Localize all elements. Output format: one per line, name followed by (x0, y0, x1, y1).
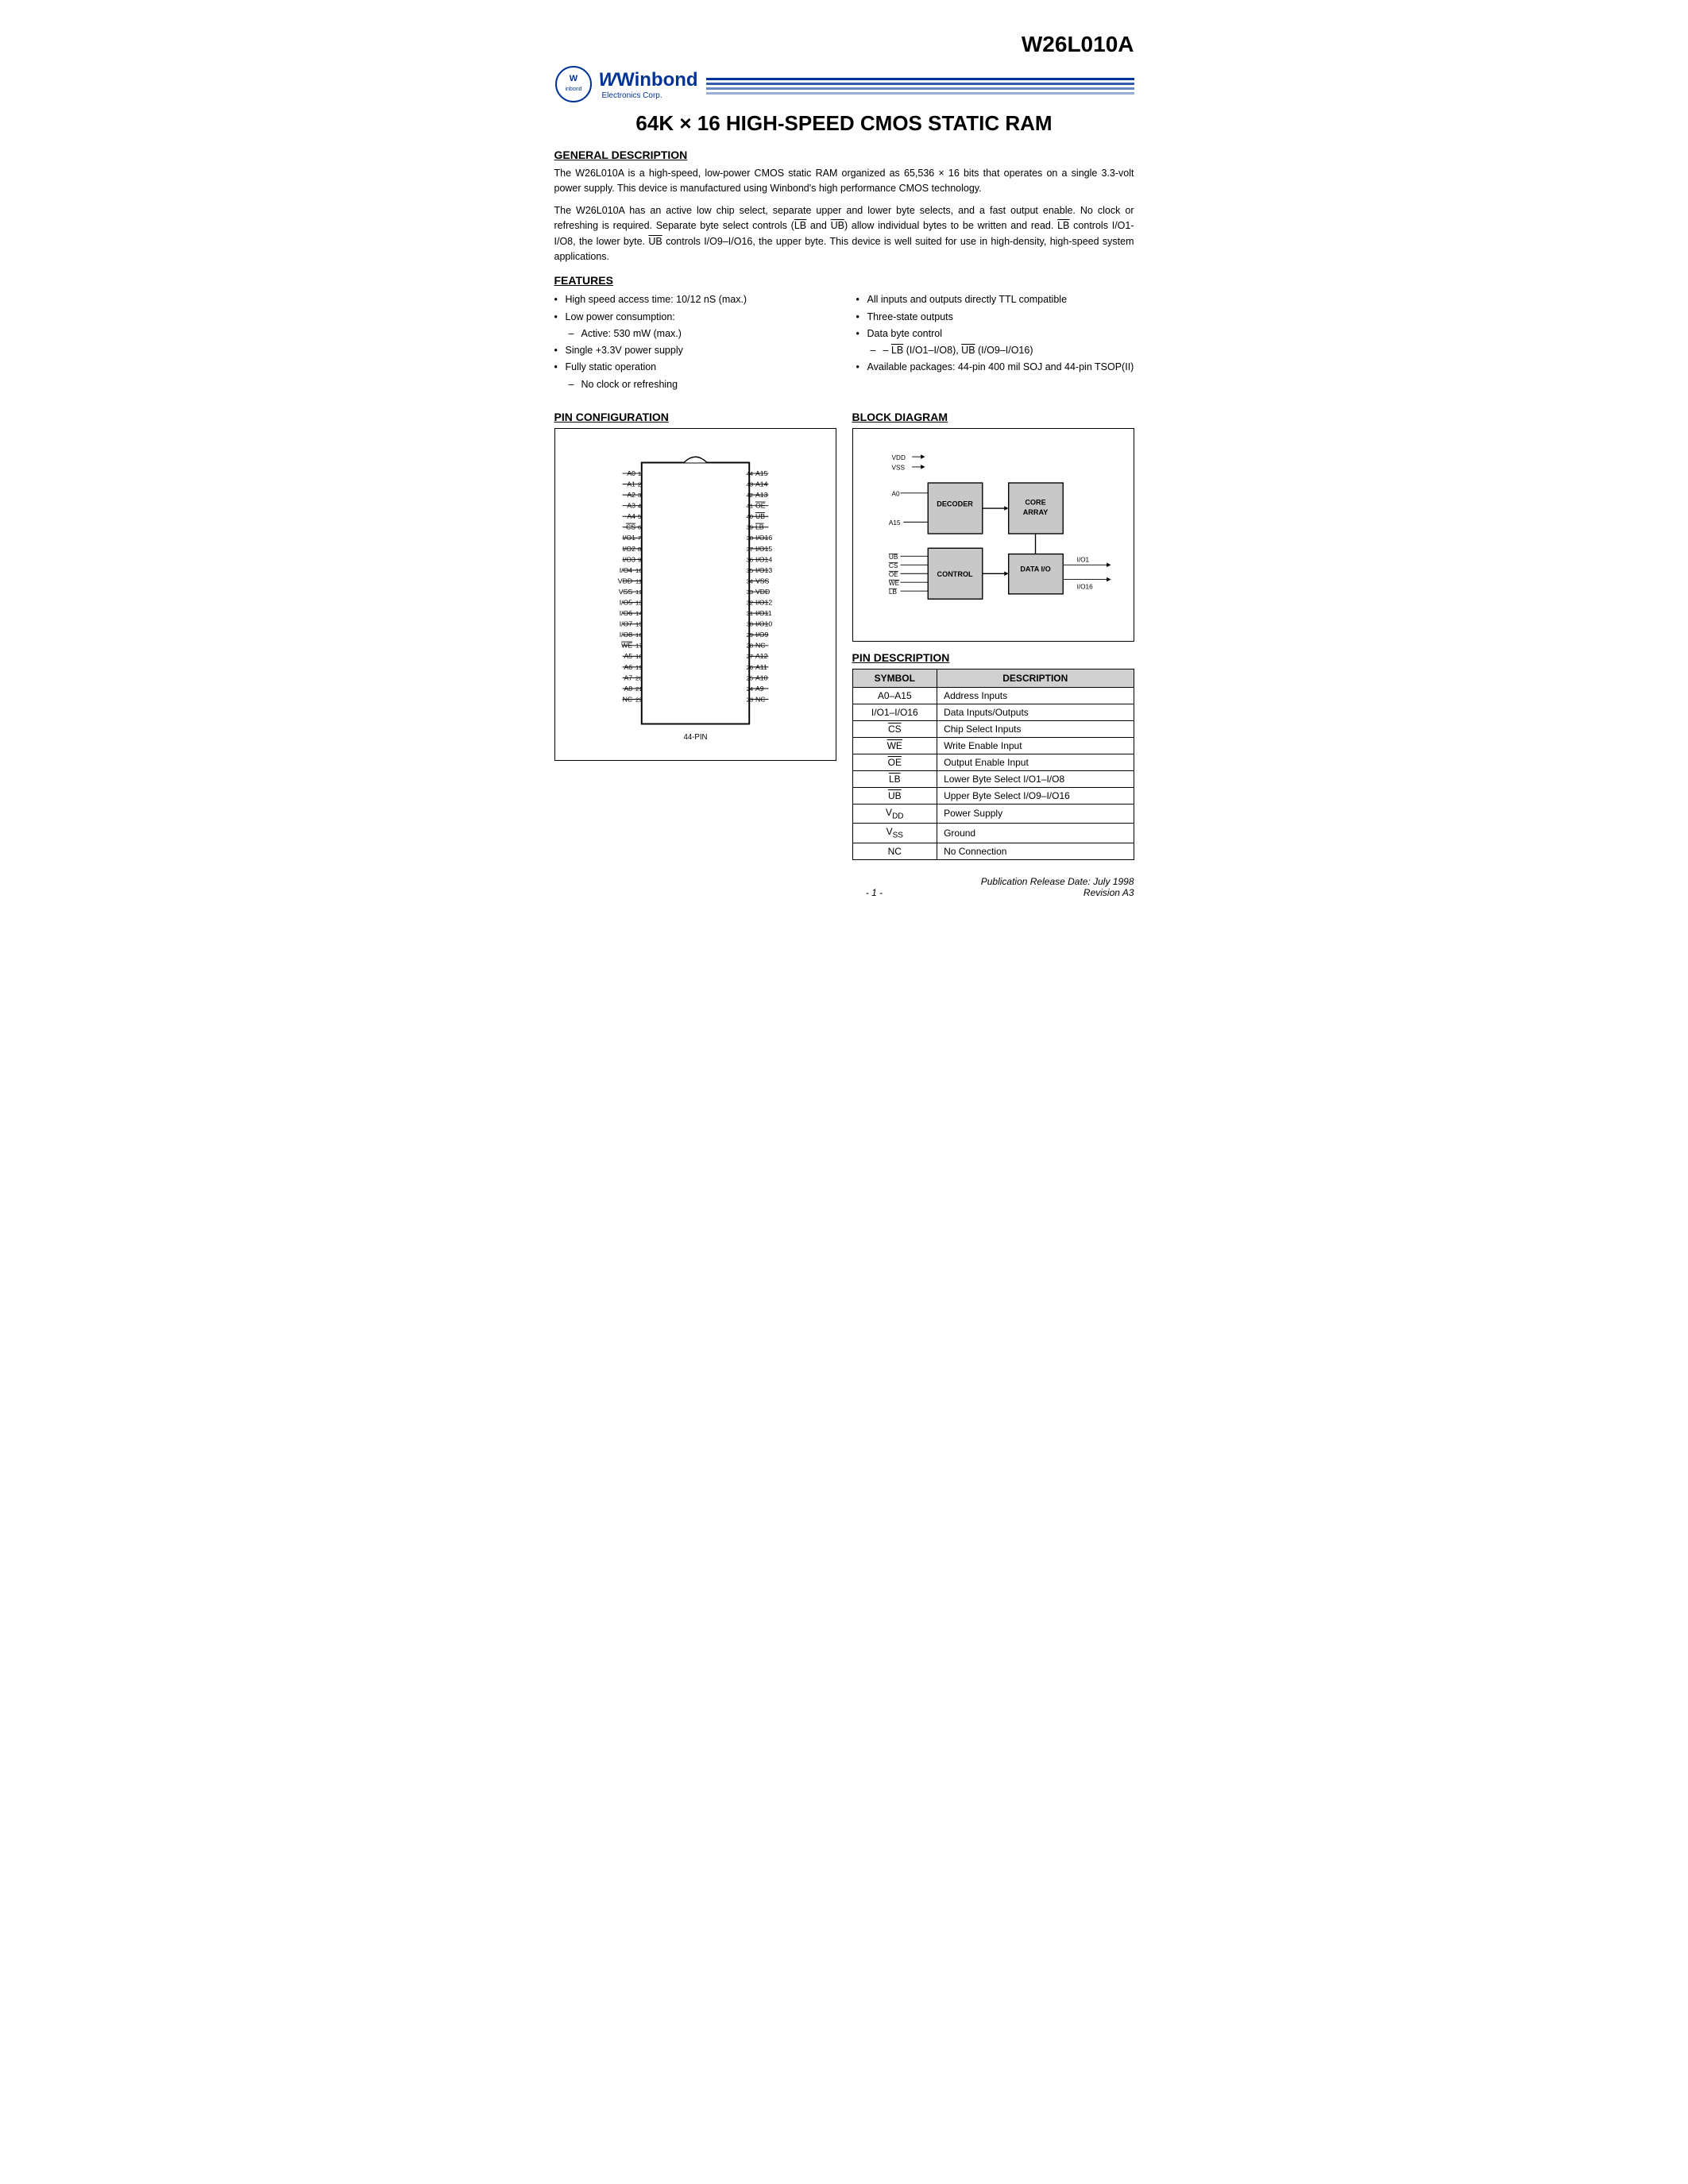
pin-desc: Data Inputs/Outputs (937, 704, 1134, 720)
svg-text:WE: WE (888, 580, 899, 587)
footer: - 1 - Publication Release Date: July 199… (554, 876, 1134, 898)
pub-date: Publication Release Date: July 1998 (981, 876, 1134, 887)
block-diagram-svg: VDD VSS A0 A15 DECODER (863, 438, 1124, 629)
pin-desc: Write Enable Input (937, 737, 1134, 754)
pin-symbol: VSS (852, 824, 937, 843)
pin-config-box: A0 1 A1 2 A2 3 A3 4 A4 (554, 428, 836, 761)
pin-description-title: PIN DESCRIPTION (852, 651, 1134, 664)
svg-text:CS: CS (888, 562, 898, 569)
part-number: W26L010A (554, 32, 1134, 57)
svg-text:LB: LB (888, 588, 897, 596)
pin-desc: Address Inputs (937, 687, 1134, 704)
feature-sub-item: – LB (I/O1–I/O8), UB (I/O9–I/O16) (867, 342, 1134, 359)
pin-desc: No Connection (937, 843, 1134, 859)
block-diagram-col: BLOCK DIAGRAM VDD VSS A0 A15 DECODER (852, 401, 1134, 860)
pin-desc: Chip Select Inputs (937, 720, 1134, 737)
pin-symbol: NC (852, 843, 937, 859)
svg-text:ARRAY: ARRAY (1022, 508, 1048, 516)
table-row: OE Output Enable Input (852, 754, 1134, 770)
features-col-right: All inputs and outputs directly TTL comp… (856, 291, 1134, 393)
winbond-logo-icon: W inbond (554, 65, 593, 103)
pin-config-col: PIN CONFIGURATION A0 1 A1 2 (554, 401, 836, 860)
features-section: High speed access time: 10/12 nS (max.) … (554, 291, 1134, 393)
svg-text:44-PIN: 44-PIN (683, 733, 707, 742)
feature-item: Single +3.3V power supply (554, 342, 832, 359)
svg-text:CORE: CORE (1025, 498, 1045, 506)
logo-corp: Electronics Corp. (602, 91, 698, 100)
svg-text:W: W (569, 74, 577, 83)
logo-text: WWinbond Electronics Corp. (599, 69, 698, 100)
pin-desc: Upper Byte Select I/O9–I/O16 (937, 787, 1134, 804)
feature-sub-item: Active: 530 mW (max.) (566, 326, 832, 342)
table-row: NC No Connection (852, 843, 1134, 859)
page-number: - 1 - (767, 887, 981, 898)
general-description-para2: The W26L010A has an active low chip sele… (554, 203, 1134, 265)
feature-item: High speed access time: 10/12 nS (max.) (554, 291, 832, 308)
pub-date-revision: Publication Release Date: July 1998 Revi… (981, 876, 1134, 898)
table-row: VDD Power Supply (852, 804, 1134, 823)
pin-symbol: OE (852, 754, 937, 770)
svg-text:VSS: VSS (891, 464, 905, 471)
logo-brand: WWinbond (599, 69, 698, 91)
pin-symbol: VDD (852, 804, 937, 823)
revision: Revision A3 (981, 887, 1134, 898)
general-description-para1: The W26L010A is a high-speed, low-power … (554, 166, 1134, 197)
svg-text:inbond: inbond (565, 87, 581, 92)
pin-symbol: A0–A15 (852, 687, 937, 704)
table-row: I/O1–I/O16 Data Inputs/Outputs (852, 704, 1134, 720)
table-row: CS Chip Select Inputs (852, 720, 1134, 737)
pin-symbol: CS (852, 720, 937, 737)
pin-desc: Lower Byte Select I/O1–I/O8 (937, 770, 1134, 787)
feature-item: Three-state outputs (856, 309, 1134, 326)
logo-area: W inbond WWinbond Electronics Corp. (554, 65, 1134, 103)
pin-config-svg: A0 1 A1 2 A2 3 A3 4 A4 (565, 438, 826, 748)
features-title: FEATURES (554, 274, 1134, 287)
diagram-section: PIN CONFIGURATION A0 1 A1 2 (554, 401, 1134, 860)
pin-desc: Output Enable Input (937, 754, 1134, 770)
pin-desc: Power Supply (937, 804, 1134, 823)
pin-description-section: PIN DESCRIPTION SYMBOL DESCRIPTION A0–A1… (852, 651, 1134, 860)
main-title: 64K × 16 HIGH-SPEED CMOS STATIC RAM (554, 111, 1134, 136)
general-description-title: GENERAL DESCRIPTION (554, 149, 1134, 161)
feature-item: Data byte control – LB (I/O1–I/O8), UB (… (856, 326, 1134, 360)
features-col-left: High speed access time: 10/12 nS (max.) … (554, 291, 832, 393)
pin-symbol: WE (852, 737, 937, 754)
svg-text:I/O16: I/O16 (1076, 583, 1093, 590)
svg-text:UB: UB (888, 554, 898, 561)
features-list-right: All inputs and outputs directly TTL comp… (856, 291, 1134, 376)
table-row: WE Write Enable Input (852, 737, 1134, 754)
svg-text:A0: A0 (891, 490, 899, 497)
svg-text:DATA I/O: DATA I/O (1020, 565, 1050, 573)
pin-symbol: UB (852, 787, 937, 804)
pin-description-table: SYMBOL DESCRIPTION A0–A15 Address Inputs… (852, 669, 1134, 860)
block-diagram-box: VDD VSS A0 A15 DECODER (852, 428, 1134, 642)
svg-text:OE: OE (888, 571, 898, 578)
feature-item: Available packages: 44-pin 400 mil SOJ a… (856, 359, 1134, 376)
pin-desc: Ground (937, 824, 1134, 843)
pin-symbol: LB (852, 770, 937, 787)
svg-text:VDD: VDD (891, 454, 905, 461)
table-row: VSS Ground (852, 824, 1134, 843)
svg-text:I/O1: I/O1 (1076, 556, 1089, 563)
feature-item: Fully static operation No clock or refre… (554, 359, 832, 393)
table-row: A0–A15 Address Inputs (852, 687, 1134, 704)
logo-lines (706, 78, 1134, 95)
svg-text:DECODER: DECODER (937, 500, 973, 507)
table-row: UB Upper Byte Select I/O9–I/O16 (852, 787, 1134, 804)
block-diagram-title: BLOCK DIAGRAM (852, 411, 1134, 423)
feature-item: Low power consumption: Active: 530 mW (m… (554, 309, 832, 343)
pin-table-header-description: DESCRIPTION (937, 669, 1134, 687)
pin-config-title: PIN CONFIGURATION (554, 411, 836, 423)
features-list-left: High speed access time: 10/12 nS (max.) … (554, 291, 832, 393)
svg-text:A15: A15 (888, 519, 900, 527)
feature-item: All inputs and outputs directly TTL comp… (856, 291, 1134, 308)
table-row: LB Lower Byte Select I/O1–I/O8 (852, 770, 1134, 787)
pin-symbol: I/O1–I/O16 (852, 704, 937, 720)
pin-table-header-symbol: SYMBOL (852, 669, 937, 687)
feature-sub-item: No clock or refreshing (566, 376, 832, 393)
svg-text:CONTROL: CONTROL (937, 570, 973, 578)
